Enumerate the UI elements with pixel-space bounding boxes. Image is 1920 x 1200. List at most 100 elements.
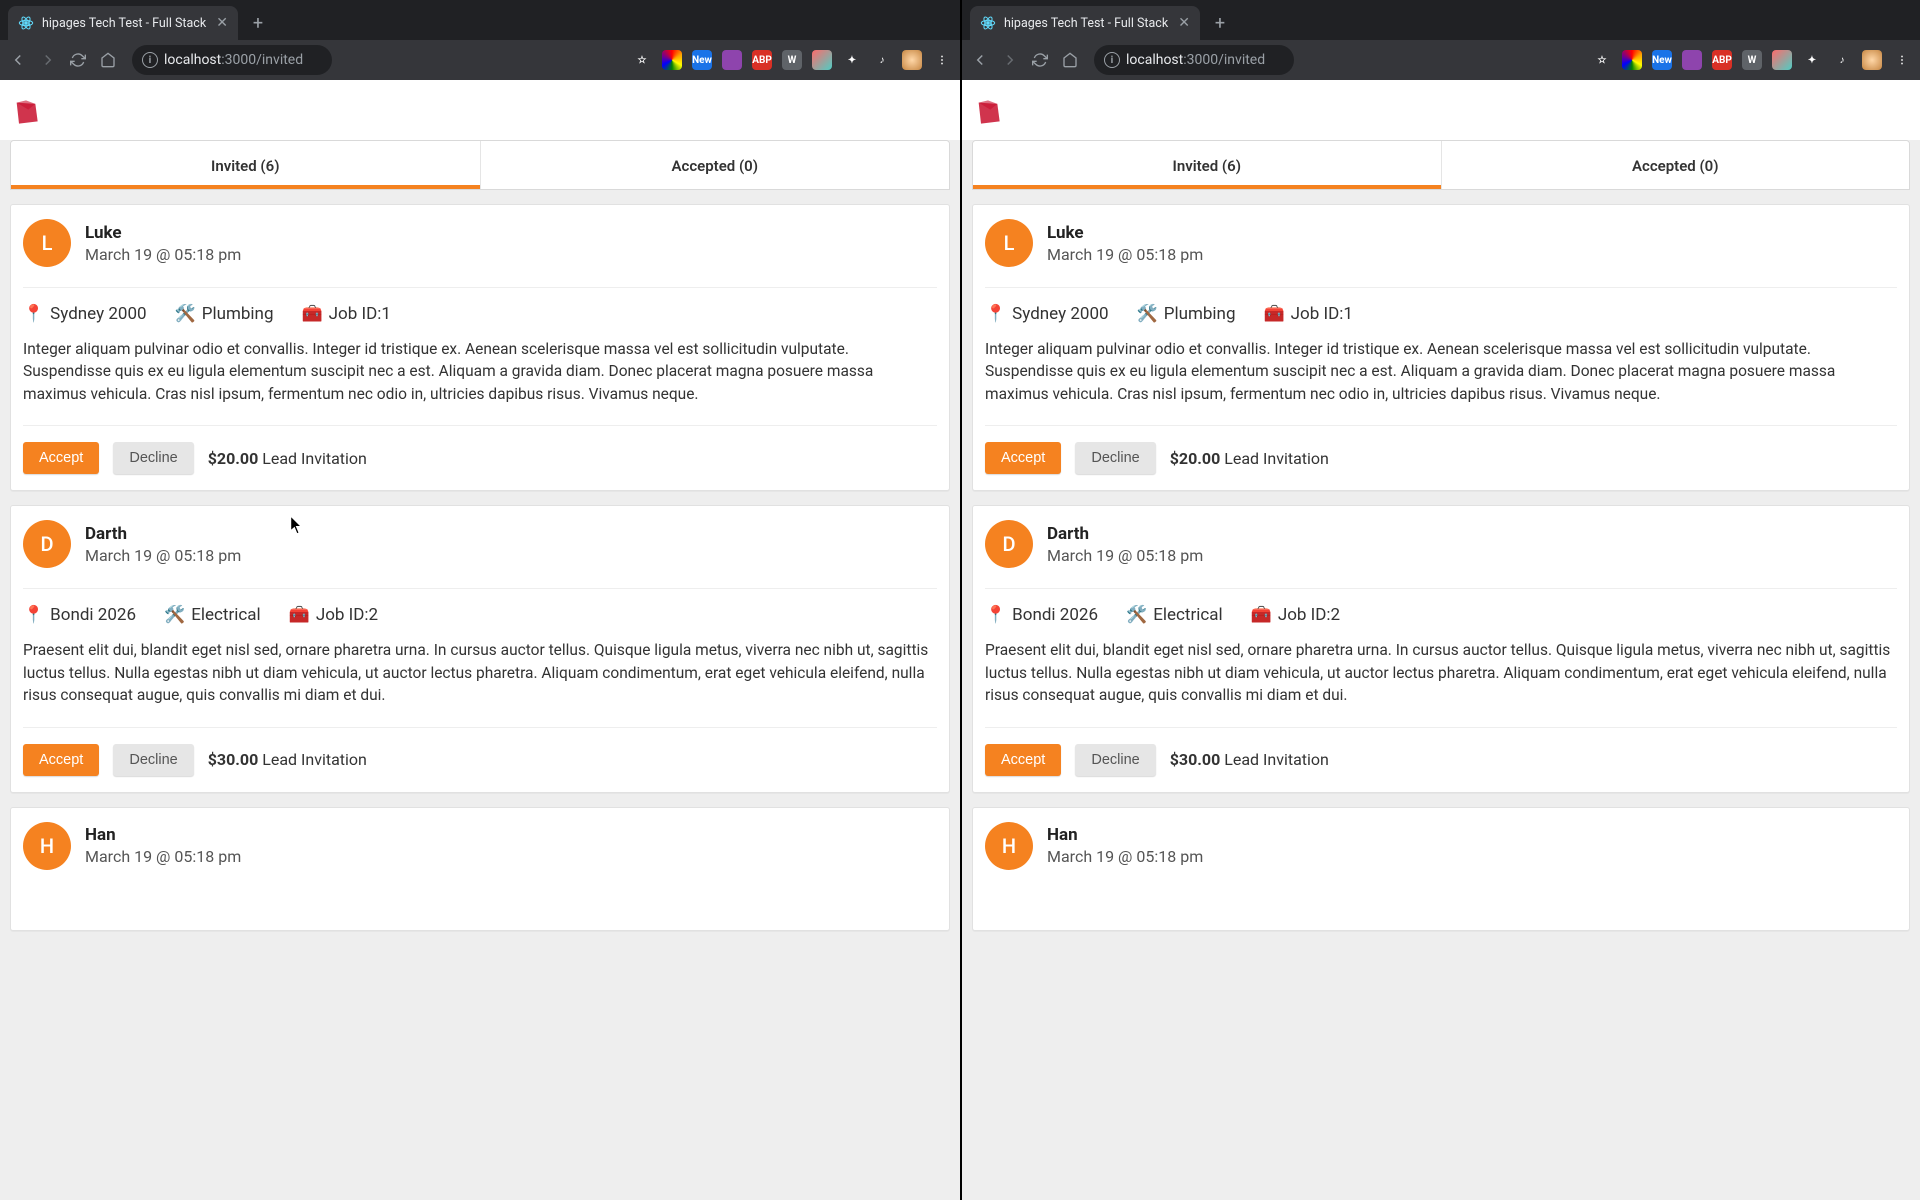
pin-icon: 📍 [23, 605, 44, 625]
briefcase-icon: 🧰 [289, 605, 310, 625]
lead-description: Praesent elit dui, blandit eget nisl sed… [985, 639, 1897, 706]
accept-button[interactable]: Accept [23, 442, 99, 474]
bookmark-icon[interactable]: ☆ [1592, 50, 1612, 70]
reload-button[interactable] [68, 50, 88, 70]
accept-button[interactable]: Accept [23, 744, 99, 776]
lead-job-id: Job ID:1 [329, 304, 391, 324]
back-button[interactable] [8, 50, 28, 70]
extensions-menu-icon[interactable]: ✦ [1802, 50, 1822, 70]
tab-invited[interactable]: Invited (6) [973, 141, 1441, 189]
avatar: H [23, 822, 71, 870]
pin-icon: 📍 [985, 605, 1006, 625]
briefcase-icon: 🧰 [1251, 605, 1272, 625]
address-bar[interactable]: i localhost:3000/invited [132, 45, 332, 75]
tab-accepted[interactable]: Accepted (0) [1441, 141, 1910, 189]
lead-timestamp: March 19 @ 05:18 pm [1047, 546, 1203, 565]
accept-button[interactable]: Accept [985, 442, 1061, 474]
lead-tabs: Invited (6) Accepted (0) [972, 140, 1910, 190]
extension-icon[interactable] [722, 50, 742, 70]
lead-name: Luke [85, 223, 241, 243]
extension-icon[interactable]: W [782, 50, 802, 70]
avatar: D [985, 520, 1033, 568]
tab-strip: hipages Tech Test - Full Stack ✕ + [962, 0, 1920, 40]
close-tab-icon[interactable]: ✕ [216, 15, 228, 31]
profile-avatar[interactable] [1862, 50, 1882, 70]
page-content: Invited (6) Accepted (0) L Luke March 19… [962, 80, 1920, 1200]
lead-card: H Han March 19 @ 05:18 pm [10, 807, 950, 931]
avatar: L [23, 219, 71, 267]
app-logo-icon [974, 98, 1002, 126]
lead-job-id: Job ID:2 [316, 605, 378, 625]
extension-icon[interactable]: W [1742, 50, 1762, 70]
extension-new-badge[interactable]: New [692, 50, 712, 70]
site-info-icon[interactable]: i [1104, 52, 1120, 68]
accept-button[interactable]: Accept [985, 744, 1061, 776]
forward-button[interactable] [38, 50, 58, 70]
decline-button[interactable]: Decline [1075, 442, 1155, 474]
lead-timestamp: March 19 @ 05:18 pm [85, 546, 241, 565]
lead-tabs: Invited (6) Accepted (0) [10, 140, 950, 190]
app-header [0, 80, 960, 140]
url-port: :3000 [1183, 52, 1218, 68]
lead-category: Electrical [1153, 605, 1222, 625]
lead-name: Darth [1047, 524, 1203, 544]
url-host: localhost [1126, 52, 1183, 68]
home-button[interactable] [98, 50, 118, 70]
profile-avatar[interactable] [902, 50, 922, 70]
lead-category: Electrical [191, 605, 260, 625]
extension-icon[interactable] [1682, 50, 1702, 70]
app-header [962, 80, 1920, 140]
extension-icon[interactable] [1622, 50, 1642, 70]
browser-window-left: hipages Tech Test - Full Stack ✕ + i loc… [0, 0, 960, 1200]
media-control-icon[interactable]: ♪ [872, 50, 892, 70]
reload-button[interactable] [1030, 50, 1050, 70]
lead-timestamp: March 19 @ 05:18 pm [1047, 847, 1203, 866]
lead-timestamp: March 19 @ 05:18 pm [1047, 245, 1203, 264]
lead-price: $20.00 Lead Invitation [1170, 449, 1329, 468]
extension-icon[interactable] [812, 50, 832, 70]
browser-tab[interactable]: hipages Tech Test - Full Stack ✕ [970, 6, 1200, 40]
site-info-icon[interactable]: i [142, 52, 158, 68]
avatar: D [23, 520, 71, 568]
browser-menu-icon[interactable]: ⋮ [932, 50, 952, 70]
decline-button[interactable]: Decline [113, 744, 193, 776]
new-tab-button[interactable]: + [244, 9, 272, 37]
media-control-icon[interactable]: ♪ [1832, 50, 1852, 70]
adblock-icon[interactable]: ABP [752, 50, 772, 70]
lead-location: Bondi 2026 [50, 605, 136, 625]
url-port: :3000 [221, 52, 256, 68]
lead-location: Sydney 2000 [50, 304, 146, 324]
lead-name: Han [85, 825, 241, 845]
extensions-menu-icon[interactable]: ✦ [842, 50, 862, 70]
decline-button[interactable]: Decline [113, 442, 193, 474]
extension-icon[interactable] [1772, 50, 1792, 70]
bookmark-icon[interactable]: ☆ [632, 50, 652, 70]
tab-accepted[interactable]: Accepted (0) [480, 141, 950, 189]
decline-button[interactable]: Decline [1075, 744, 1155, 776]
forward-button[interactable] [1000, 50, 1020, 70]
browser-menu-icon[interactable]: ⋮ [1892, 50, 1912, 70]
new-tab-button[interactable]: + [1206, 9, 1234, 37]
tab-strip: hipages Tech Test - Full Stack ✕ + [0, 0, 960, 40]
back-button[interactable] [970, 50, 990, 70]
lead-card: L Luke March 19 @ 05:18 pm 📍Sydney 2000 … [10, 204, 950, 491]
briefcase-icon: 🧰 [302, 304, 323, 324]
react-icon [18, 15, 34, 31]
lead-feed: L Luke March 19 @ 05:18 pm 📍Sydney 2000 … [0, 204, 960, 931]
adblock-icon[interactable]: ABP [1712, 50, 1732, 70]
tools-icon: 🛠️ [1137, 304, 1158, 324]
tools-icon: 🛠️ [164, 605, 185, 625]
extension-new-badge[interactable]: New [1652, 50, 1672, 70]
lead-category: Plumbing [1164, 304, 1236, 324]
home-button[interactable] [1060, 50, 1080, 70]
lead-name: Han [1047, 825, 1203, 845]
address-bar[interactable]: i localhost:3000/invited [1094, 45, 1294, 75]
lead-price: $30.00 Lead Invitation [1170, 750, 1329, 769]
lead-description: Praesent elit dui, blandit eget nisl sed… [23, 639, 937, 706]
tab-invited[interactable]: Invited (6) [11, 141, 480, 189]
browser-tab[interactable]: hipages Tech Test - Full Stack ✕ [8, 6, 238, 40]
browser-window-right: hipages Tech Test - Full Stack ✕ + i loc… [960, 0, 1920, 1200]
lead-name: Darth [85, 524, 241, 544]
close-tab-icon[interactable]: ✕ [1178, 15, 1190, 31]
extension-icon[interactable] [662, 50, 682, 70]
